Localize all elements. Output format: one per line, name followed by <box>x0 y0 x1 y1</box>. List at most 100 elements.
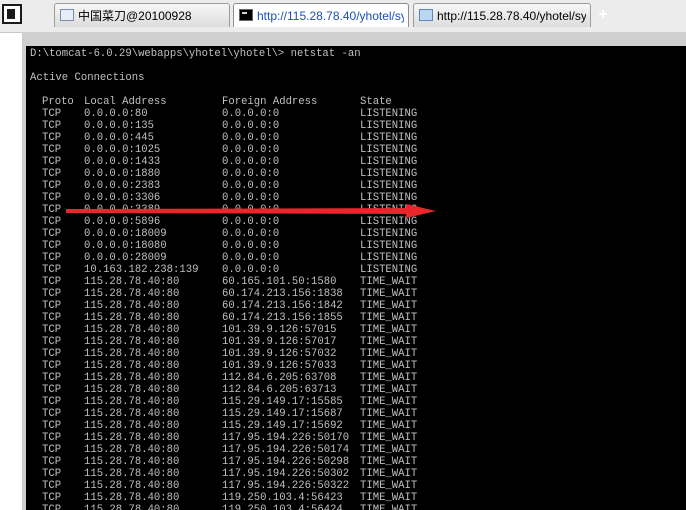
cell-state: TIME_WAIT <box>360 480 418 492</box>
cell-local: 115.28.78.40:80 <box>84 396 180 408</box>
command-console[interactable]: D:\tomcat-6.0.29\webapps\yhotel\yhotel\>… <box>26 46 686 510</box>
cell-local: 0.0.0.0:1880 <box>84 168 161 180</box>
table-row: TCP 0.0.0.0:18080 0.0.0.0:0 LISTENING <box>26 240 686 252</box>
cell-proto: TCP <box>42 240 62 252</box>
cell-proto: TCP <box>42 216 62 228</box>
cell-foreign: 101.39.9.126:57033 <box>222 360 337 372</box>
cell-foreign: 60.174.213.156:1855 <box>222 312 343 324</box>
cell-state: TIME_WAIT <box>360 432 418 444</box>
cell-state: LISTENING <box>360 156 418 168</box>
header-proto: Proto <box>42 96 74 108</box>
annotation-arrow <box>66 204 436 218</box>
table-row: TCP 115.28.78.40:80 101.39.9.126:57032 TIME… <box>26 348 686 360</box>
cell-proto: TCP <box>42 144 62 156</box>
cell-proto: TCP <box>42 228 62 240</box>
table-row: TCP 115.28.78.40:80 117.95.194.226:50322 TI… <box>26 480 686 492</box>
folder-icon <box>419 9 433 21</box>
window-menu-icon[interactable] <box>2 4 22 24</box>
table-row: TCP 115.28.78.40:80 117.95.194.226:50302 TI… <box>26 468 686 480</box>
cell-local: 115.28.78.40:80 <box>84 300 180 312</box>
cell-state: TIME_WAIT <box>360 456 418 468</box>
cell-foreign: 117.95.194.226:50298 <box>222 456 350 468</box>
cell-state: TIME_WAIT <box>360 420 418 432</box>
cell-local: 115.28.78.40:80 <box>84 432 180 444</box>
cell-foreign: 101.39.9.126:57015 <box>222 324 337 336</box>
cell-local: 115.28.78.40:80 <box>84 504 180 510</box>
cell-local: 115.28.78.40:80 <box>84 492 180 504</box>
cell-proto: TCP <box>42 348 62 360</box>
console-heading: Active Connections <box>30 72 145 84</box>
cell-proto: TCP <box>42 360 62 372</box>
cell-local: 115.28.78.40:80 <box>84 456 180 468</box>
cell-foreign: 112.84.6.205:63713 <box>222 384 337 396</box>
table-row: TCP 0.0.0.0:80 0.0.0.0:0 LISTENING <box>26 108 686 120</box>
cell-proto: TCP <box>42 324 62 336</box>
cell-proto: TCP <box>42 276 62 288</box>
page-icon <box>60 9 74 21</box>
table-row: TCP 115.28.78.40:80 60.174.213.156:1842 TIM… <box>26 300 686 312</box>
table-row: TCP 0.0.0.0:445 0.0.0.0:0 LISTENING <box>26 132 686 144</box>
table-row: TCP 115.28.78.40:80 115.29.149.17:15692 TIM… <box>26 420 686 432</box>
cell-state: LISTENING <box>360 264 418 276</box>
tab-title: http://115.28.78.40/yhotel/sy... <box>257 9 404 23</box>
cell-state: TIME_WAIT <box>360 444 418 456</box>
cell-foreign: 119.250.103.4:56424 <box>222 504 343 510</box>
table-row: TCP 115.28.78.40:80 117.95.194.226:50170 TI… <box>26 432 686 444</box>
cell-state: LISTENING <box>360 228 418 240</box>
cell-proto: TCP <box>42 168 62 180</box>
cell-state: TIME_WAIT <box>360 384 418 396</box>
cell-proto: TCP <box>42 300 62 312</box>
terminal-icon <box>239 9 253 21</box>
cell-proto: TCP <box>42 444 62 456</box>
table-row: TCP 115.28.78.40:80 119.250.103.4:56424 TIM… <box>26 504 686 510</box>
cell-foreign: 101.39.9.126:57017 <box>222 336 337 348</box>
cell-state: TIME_WAIT <box>360 504 418 510</box>
cell-proto: TCP <box>42 492 62 504</box>
cell-proto: TCP <box>42 120 62 132</box>
cell-proto: TCP <box>42 456 62 468</box>
cell-foreign: 0.0.0.0:0 <box>222 120 280 132</box>
cell-proto: TCP <box>42 432 62 444</box>
table-row: TCP 115.28.78.40:80 115.29.149.17:15687 TIM… <box>26 408 686 420</box>
cell-local: 0.0.0.0:18009 <box>84 228 167 240</box>
cell-state: TIME_WAIT <box>360 336 418 348</box>
cell-proto: TCP <box>42 108 62 120</box>
cell-local: 0.0.0.0:18080 <box>84 240 167 252</box>
table-row: TCP 0.0.0.0:1880 0.0.0.0:0 LISTENING <box>26 168 686 180</box>
browser-tab-bar: 中国菜刀@20100928 http://115.28.78.40/yhotel… <box>0 0 686 33</box>
tab-terminal[interactable]: http://115.28.78.40/yhotel/sy... <box>233 3 409 27</box>
tab-caidao[interactable]: 中国菜刀@20100928 <box>54 3 230 27</box>
cell-local: 115.28.78.40:80 <box>84 408 180 420</box>
cell-state: LISTENING <box>360 192 418 204</box>
cell-local: 0.0.0.0:135 <box>84 120 154 132</box>
cell-foreign: 0.0.0.0:0 <box>222 240 280 252</box>
cell-proto: TCP <box>42 252 62 264</box>
cell-proto: TCP <box>42 336 62 348</box>
header-local-address: Local Address <box>84 96 167 108</box>
cell-foreign: 117.95.194.226:50170 <box>222 432 350 444</box>
cell-local: 10.163.182.238:139 <box>84 264 199 276</box>
table-row: TCP 0.0.0.0:2383 0.0.0.0:0 LISTENING <box>26 180 686 192</box>
cell-foreign: 0.0.0.0:0 <box>222 264 280 276</box>
cell-local: 0.0.0.0:80 <box>84 108 148 120</box>
cell-state: LISTENING <box>360 240 418 252</box>
cell-local: 115.28.78.40:80 <box>84 372 180 384</box>
new-tab-button[interactable]: + <box>596 6 610 24</box>
cell-proto: TCP <box>42 468 62 480</box>
cell-state: TIME_WAIT <box>360 276 418 288</box>
red-arrow-shape <box>66 204 436 218</box>
cell-foreign: 0.0.0.0:0 <box>222 180 280 192</box>
cell-foreign: 115.29.149.17:15585 <box>222 396 343 408</box>
tab-title: http://115.28.78.40/yhotel/sy... <box>437 9 586 23</box>
cell-proto: TCP <box>42 192 62 204</box>
table-row: TCP 0.0.0.0:1025 0.0.0.0:0 LISTENING <box>26 144 686 156</box>
table-row: TCP 115.28.78.40:80 117.95.194.226:50298 TI… <box>26 456 686 468</box>
cell-state: TIME_WAIT <box>360 372 418 384</box>
cell-state: LISTENING <box>360 108 418 120</box>
cell-proto: TCP <box>42 480 62 492</box>
cell-local: 0.0.0.0:28009 <box>84 252 167 264</box>
table-row: TCP 115.28.78.40:80 60.165.101.50:1580 TIME… <box>26 276 686 288</box>
tab-file-manager[interactable]: http://115.28.78.40/yhotel/sy... <box>413 3 591 27</box>
cell-foreign: 117.95.194.226:50174 <box>222 444 350 456</box>
cell-state: TIME_WAIT <box>360 300 418 312</box>
